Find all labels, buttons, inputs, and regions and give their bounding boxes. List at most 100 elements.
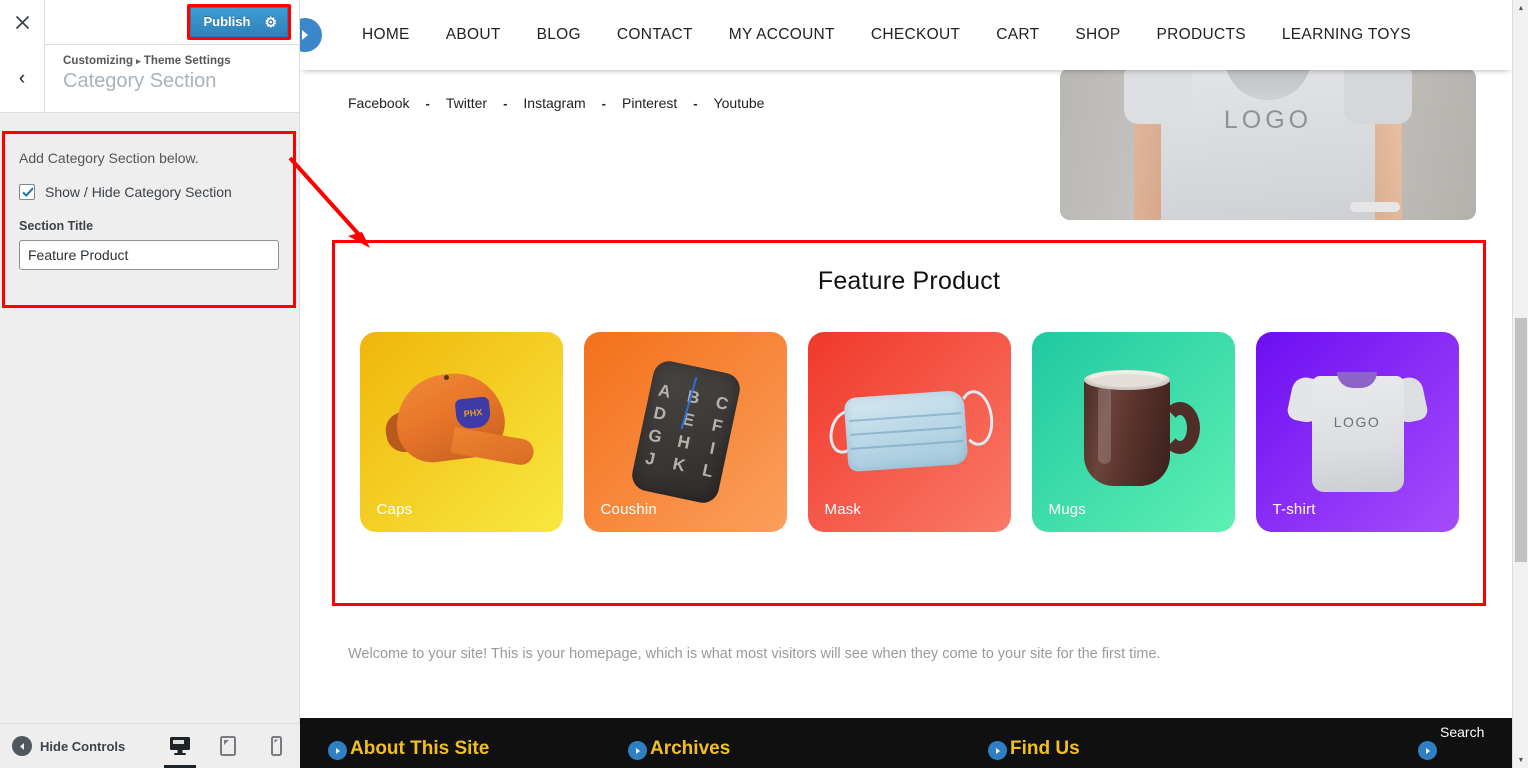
customizer-footer: Hide Controls xyxy=(0,723,300,768)
social-link-pinterest[interactable]: Pinterest xyxy=(622,95,677,111)
social-link-twitter[interactable]: Twitter xyxy=(446,95,487,111)
feature-product-section: Feature Product PHX Caps ABCDEFGHIJKL Co… xyxy=(332,240,1486,606)
customizer-titles: Customizing ▸ Theme Settings Category Sect… xyxy=(45,45,231,112)
hero-image: LOGO xyxy=(1060,68,1476,220)
cushion-letter: K xyxy=(670,454,687,476)
nav-item-home[interactable]: HOME xyxy=(344,26,428,44)
publish-highlight-box: Publish ⚙ xyxy=(187,4,291,40)
social-separator: - xyxy=(503,95,508,111)
nav-item-shop[interactable]: SHOP xyxy=(1057,26,1138,44)
publish-button-label: Publish xyxy=(203,14,251,29)
feature-section-title: Feature Product xyxy=(817,267,1001,295)
page-scrollbar[interactable]: ▲ ▼ xyxy=(1512,0,1528,768)
category-card-mugs[interactable]: Mugs xyxy=(1031,332,1235,532)
hero-sleeve-left xyxy=(1124,68,1192,124)
nav-item-contact[interactable]: CONTACT xyxy=(599,26,711,44)
gear-icon[interactable]: ⚙ xyxy=(264,15,277,29)
nav-item-cart[interactable]: CART xyxy=(978,26,1057,44)
footer-columns: About This Site Archives Find Us Search xyxy=(300,718,1512,760)
category-card-label: T-shirt xyxy=(1272,501,1316,518)
hide-controls-button[interactable]: Hide Controls xyxy=(0,736,125,756)
footer-column-find-us: Find Us xyxy=(988,738,1418,760)
primary-menu: HOME ABOUT BLOG CONTACT MY ACCOUNT CHECKOUT CA… xyxy=(344,26,1429,44)
device-preview-switcher xyxy=(164,731,289,768)
customizer-breadcrumb-row: ‹ Customizing ▸ Theme Settings Category Se… xyxy=(0,45,299,113)
customizer-header: Publish ⚙ xyxy=(0,0,299,45)
back-chevron-icon[interactable]: ‹ xyxy=(0,45,45,112)
category-card-coushin[interactable]: ABCDEFGHIJKL Coushin xyxy=(583,332,787,532)
footer-column-archives: Archives xyxy=(628,738,988,760)
footer-column-title: About This Site xyxy=(350,738,490,759)
site-preview-frame: HOME ABOUT BLOG CONTACT MY ACCOUNT CHECKOUT CA… xyxy=(300,0,1512,768)
hero-logo-text: LOGO xyxy=(1223,106,1313,134)
show-hide-control-row: Show / Hide Category Section xyxy=(19,184,279,200)
breadcrumb-parent[interactable]: Theme Settings xyxy=(144,55,231,67)
nav-item-learning-toys[interactable]: LEARNING TOYS xyxy=(1264,26,1429,44)
section-description: Add Category Section below. xyxy=(19,150,199,166)
social-link-youtube[interactable]: Youtube xyxy=(714,95,765,111)
category-card-label: Mugs xyxy=(1048,501,1086,518)
footer-bullet-icon xyxy=(988,741,1007,760)
hero-sleeve-right xyxy=(1344,68,1412,124)
scroll-down-arrow-icon[interactable]: ▼ xyxy=(1513,752,1528,768)
show-hide-label[interactable]: Show / Hide Category Section xyxy=(45,184,232,200)
customizer-panel: Publish ⚙ ‹ Customizing ▸ Theme Settings C… xyxy=(0,0,300,768)
site-logo-icon[interactable] xyxy=(300,18,322,52)
mask-body-shape xyxy=(843,389,968,473)
category-card-label: Coushin xyxy=(600,501,657,518)
social-link-facebook[interactable]: Facebook xyxy=(348,95,409,111)
publish-button[interactable]: Publish ⚙ xyxy=(190,7,288,37)
category-card-mask[interactable]: Mask xyxy=(807,332,1011,532)
site-navigation-bar: HOME ABOUT BLOG CONTACT MY ACCOUNT CHECKOUT CA… xyxy=(300,0,1512,70)
site-footer: About This Site Archives Find Us Search xyxy=(300,718,1512,768)
screenshot-root: HOME ABOUT BLOG CONTACT MY ACCOUNT CHECKOUT CA… xyxy=(0,0,1528,768)
nav-item-blog[interactable]: BLOG xyxy=(519,26,599,44)
mug-body-shape xyxy=(1083,374,1170,486)
footer-bullet-icon xyxy=(628,741,647,760)
cushion-letter: L xyxy=(700,460,715,482)
footer-column-search: Search xyxy=(1418,724,1484,760)
social-link-instagram[interactable]: Instagram xyxy=(523,95,585,111)
mug-inner-shape xyxy=(1091,374,1162,387)
breadcrumb-root[interactable]: Customizing xyxy=(63,55,133,67)
show-hide-checkbox[interactable] xyxy=(19,184,35,200)
scroll-up-arrow-icon[interactable]: ▲ xyxy=(1513,0,1528,16)
category-card-label: Caps xyxy=(376,501,413,518)
footer-column-about-this-site: About This Site xyxy=(328,738,628,760)
social-separator: - xyxy=(425,95,430,111)
nav-item-about[interactable]: ABOUT xyxy=(428,26,519,44)
social-separator: - xyxy=(693,95,698,111)
footer-column-title: Search xyxy=(1440,724,1485,740)
collapse-arrow-icon xyxy=(12,736,32,756)
category-card-caps[interactable]: PHX Caps xyxy=(359,332,563,532)
page-title: Category Section xyxy=(63,70,217,92)
desktop-preview-icon[interactable] xyxy=(164,731,197,768)
nav-item-products[interactable]: PRODUCTS xyxy=(1138,26,1263,44)
section-title-input[interactable] xyxy=(19,240,279,270)
tablet-preview-icon[interactable] xyxy=(215,731,241,761)
mobile-preview-icon[interactable] xyxy=(263,731,289,761)
breadcrumb-separator-icon: ▸ xyxy=(136,56,141,66)
footer-column-title: Archives xyxy=(650,738,731,759)
close-icon[interactable] xyxy=(0,0,45,45)
tshirt-logo-text: LOGO xyxy=(1333,414,1381,430)
footer-column-title: Find Us xyxy=(1010,738,1080,759)
nav-item-checkout[interactable]: CHECKOUT xyxy=(853,26,978,44)
category-card-list: PHX Caps ABCDEFGHIJKL Coushin Mask Mugs … xyxy=(335,332,1483,532)
footer-bullet-icon xyxy=(328,741,347,760)
cap-button-shape xyxy=(443,375,449,380)
footer-bullet-icon xyxy=(1418,741,1437,760)
cap-brim-shape xyxy=(449,427,536,467)
hero-wristband xyxy=(1350,202,1400,212)
category-card-t-shirt[interactable]: LOGO T-shirt xyxy=(1255,332,1459,532)
breadcrumb: Customizing ▸ Theme Settings xyxy=(63,55,231,67)
tshirt-body-shape xyxy=(1311,376,1404,492)
category-section-controls-highlight: Add Category Section below. Show / Hide … xyxy=(2,131,296,308)
nav-item-my-account[interactable]: MY ACCOUNT xyxy=(711,26,853,44)
mug-highlight-shape xyxy=(1097,386,1111,464)
cushion-letter: J xyxy=(643,448,657,469)
hide-controls-label: Hide Controls xyxy=(40,738,126,754)
social-separator: - xyxy=(601,95,606,111)
welcome-text: Welcome to your site! This is your homep… xyxy=(348,646,1161,662)
scrollbar-thumb[interactable] xyxy=(1515,318,1527,562)
